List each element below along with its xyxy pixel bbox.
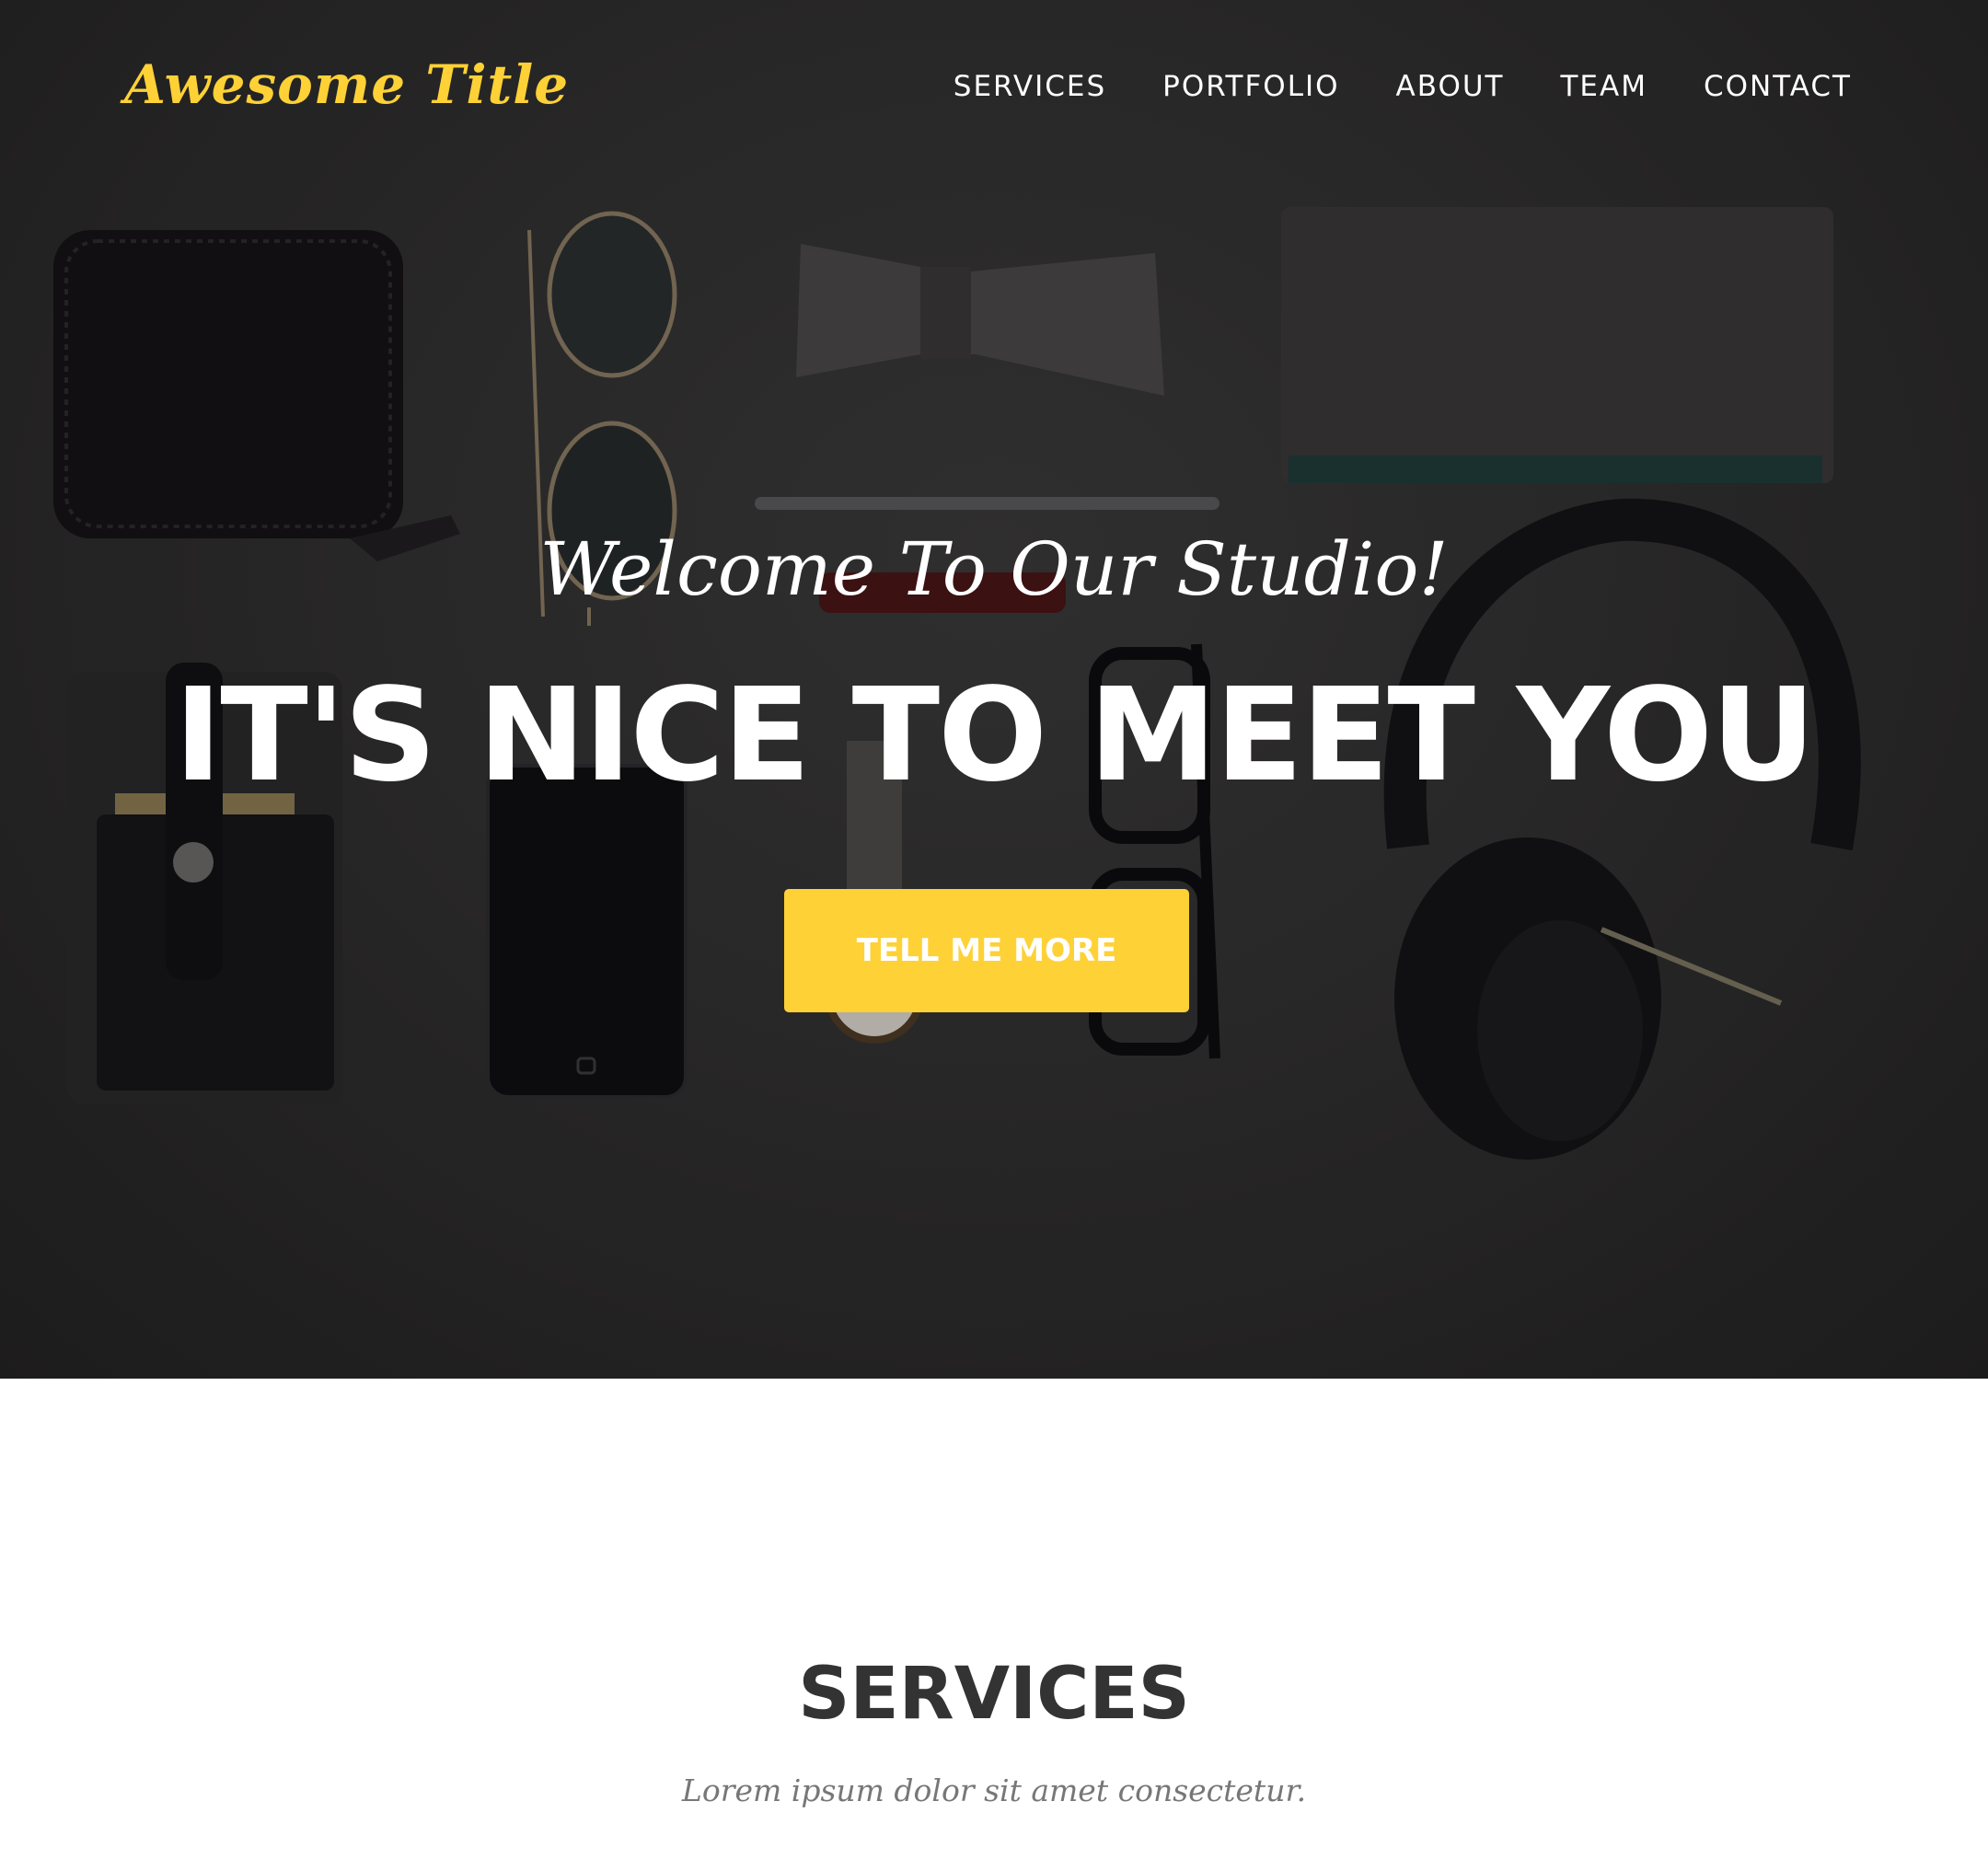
nav-item-services[interactable]: SERVICES [954, 70, 1106, 103]
brand-logo[interactable]: Awesome Title [124, 53, 569, 116]
hero-heading: IT'S NICE TO MEET YOU [174, 661, 1816, 811]
nav-item-portfolio[interactable]: PORTFOLIO [1162, 70, 1339, 103]
nav-item-team[interactable]: TEAM [1561, 70, 1647, 103]
tell-me-more-button[interactable]: TELL ME MORE [784, 889, 1189, 1012]
services-subheading: Lorem ipsum dolor sit amet consectetur. [681, 1772, 1307, 1808]
nav-item-about[interactable]: ABOUT [1396, 70, 1505, 103]
services-heading: SERVICES [798, 1653, 1190, 1736]
hero-section: Awesome Title SERVICES PORTFOLIO ABOUT T… [0, 0, 1988, 1379]
hero-lead: Welcome To Our Studio! [539, 526, 1449, 612]
nav-item-contact[interactable]: CONTACT [1704, 70, 1852, 103]
main-nav: SERVICES PORTFOLIO ABOUT TEAM CONTACT [954, 70, 1852, 103]
